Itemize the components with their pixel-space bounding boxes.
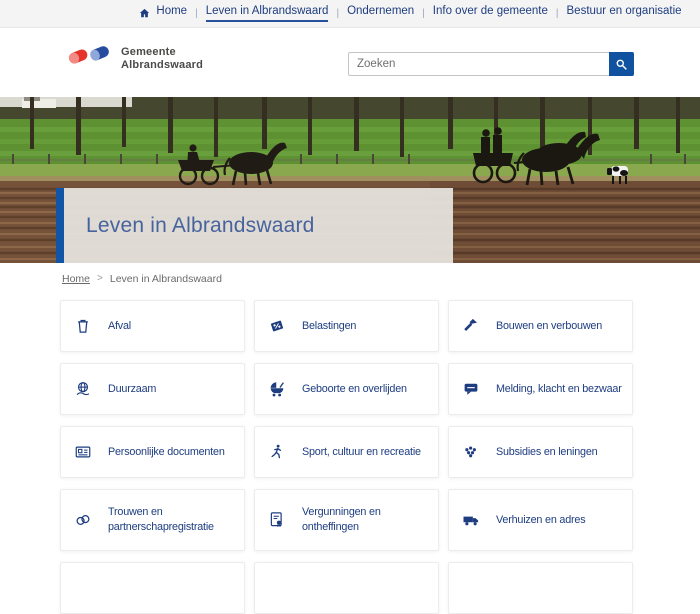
home-icon: [138, 7, 151, 20]
breadcrumb-separator: >: [97, 273, 103, 284]
page-title-panel: Leven in Albrandswaard: [56, 188, 453, 263]
rings-icon: [74, 511, 92, 529]
topic-card-subsidies-en-leningen[interactable]: Subsidies en leningen: [448, 426, 633, 478]
topic-label: Afval: [108, 319, 131, 334]
nav-item-label: Bestuur en organisatie: [567, 5, 682, 22]
globe-icon: [74, 380, 92, 398]
nav-item-ondernemen[interactable]: Ondernemen: [339, 5, 422, 22]
topic-card-melding-klacht-en-bezwaar[interactable]: Melding, klacht en bezwaar: [448, 363, 633, 415]
topic-card-belastingen[interactable]: Belastingen: [254, 300, 439, 352]
breadcrumb-home-link[interactable]: Home: [62, 273, 90, 285]
id-card-icon: [74, 443, 92, 461]
speech-bubble-icon: [462, 380, 480, 398]
tax-icon: [268, 317, 286, 335]
search-button[interactable]: [609, 52, 634, 76]
search-icon: [614, 57, 629, 72]
topic-label: Sport, cultuur en recreatie: [302, 445, 421, 460]
moving-truck-icon: [462, 511, 480, 529]
nav-item-label: Leven in Albrandswaard: [206, 5, 329, 22]
nav-item-home[interactable]: Home: [130, 5, 195, 22]
topic-label: Subsidies en leningen: [496, 445, 597, 460]
nav-item-label: Ondernemen: [347, 5, 414, 22]
nav-item-label: Home: [156, 5, 187, 22]
topic-label: Belastingen: [302, 319, 356, 334]
hammer-icon: [462, 317, 480, 335]
runner-icon: [268, 443, 286, 461]
topic-card-partial[interactable]: [254, 562, 439, 614]
topic-card-persoonlijke-documenten[interactable]: Persoonlijke documenten: [60, 426, 245, 478]
nav-item-leven-in-albrandswaard[interactable]: Leven in Albrandswaard: [198, 5, 337, 22]
logo-text: Gemeente Albrandswaard: [121, 41, 203, 72]
topic-card-partial[interactable]: [60, 562, 245, 614]
hero-banner: Leven in Albrandswaard: [0, 97, 700, 263]
topic-card-grid: Afval Belastingen Bouwen en verbouwen Du…: [0, 300, 700, 614]
topic-card-partial[interactable]: [448, 562, 633, 614]
top-navigation: Home | Leven in Albrandswaard | Ondernem…: [0, 0, 700, 28]
stamped-document-icon: [268, 511, 286, 529]
topic-label: Vergunningen en ontheffingen: [302, 505, 432, 534]
logo-line2: Albrandswaard: [121, 59, 203, 72]
pram-icon: [268, 380, 286, 398]
coins-icon: [462, 443, 480, 461]
trash-icon: [74, 317, 92, 335]
nav-item-label: Info over de gemeente: [433, 5, 548, 22]
municipality-logo[interactable]: Gemeente Albrandswaard: [66, 41, 203, 72]
topic-card-duurzaam[interactable]: Duurzaam: [60, 363, 245, 415]
topic-card-vergunningen-en-ontheffingen[interactable]: Vergunningen en ontheffingen: [254, 489, 439, 551]
topic-label: Verhuizen en adres: [496, 513, 585, 528]
topic-card-trouwen-en-partnerschapregistratie[interactable]: Trouwen en partnerschapregistratie: [60, 489, 245, 551]
topic-label: Trouwen en partnerschapregistratie: [108, 505, 238, 534]
topic-card-bouwen-en-verbouwen[interactable]: Bouwen en verbouwen: [448, 300, 633, 352]
topic-card-sport-cultuur-en-recreatie[interactable]: Sport, cultuur en recreatie: [254, 426, 439, 478]
nav-item-info-over-de-gemeente[interactable]: Info over de gemeente: [425, 5, 556, 22]
logo-mark-icon: [66, 41, 112, 69]
topic-label: Geboorte en overlijden: [302, 382, 407, 397]
search-input[interactable]: [348, 52, 609, 76]
page-title: Leven in Albrandswaard: [86, 214, 315, 238]
topic-label: Bouwen en verbouwen: [496, 319, 602, 334]
logo-line1: Gemeente: [121, 46, 203, 59]
breadcrumb-current: Leven in Albrandswaard: [110, 273, 222, 285]
topic-card-verhuizen-en-adres[interactable]: Verhuizen en adres: [448, 489, 633, 551]
topic-label: Melding, klacht en bezwaar: [496, 382, 622, 397]
topic-card-afval[interactable]: Afval: [60, 300, 245, 352]
topic-label: Duurzaam: [108, 382, 156, 397]
topic-label: Persoonlijke documenten: [108, 445, 225, 460]
topic-card-geboorte-en-overlijden[interactable]: Geboorte en overlijden: [254, 363, 439, 415]
nav-item-bestuur-en-organisatie[interactable]: Bestuur en organisatie: [559, 5, 690, 22]
search-bar: [348, 52, 634, 76]
site-header: Gemeente Albrandswaard: [0, 28, 700, 97]
breadcrumb: Home > Leven in Albrandswaard: [0, 263, 700, 300]
